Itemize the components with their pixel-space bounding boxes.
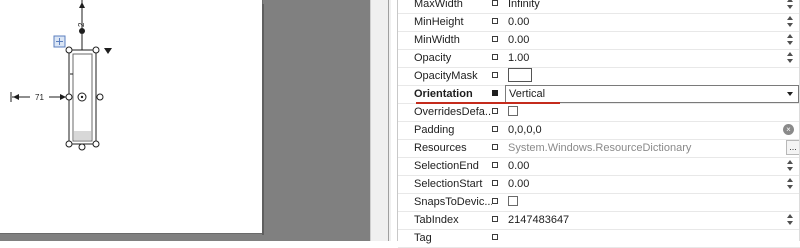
- property-value[interactable]: System.Windows.ResourceDictionary: [508, 139, 691, 157]
- spin-arrows-icon[interactable]: [786, 0, 794, 11]
- property-name: TabIndex: [414, 214, 459, 226]
- property-marker-icon[interactable]: [492, 90, 498, 96]
- property-row[interactable]: MaxWidth Infinity: [398, 0, 800, 14]
- resize-handle-tl[interactable]: [65, 46, 73, 54]
- anchor-dot[interactable]: [79, 28, 85, 34]
- property-checkbox[interactable]: [508, 106, 518, 116]
- property-name: Orientation: [414, 88, 473, 100]
- property-marker-icon[interactable]: [492, 198, 498, 204]
- property-row[interactable]: Resources System.Windows.ResourceDictiona…: [398, 139, 800, 158]
- spin-arrows-icon[interactable]: [786, 213, 794, 227]
- left-arrow-head: [13, 94, 19, 100]
- property-name: Opacity: [414, 52, 452, 64]
- property-row[interactable]: MinHeight 0.00: [398, 13, 800, 32]
- spin-arrows-icon[interactable]: [786, 159, 794, 173]
- ellipsis-button[interactable]: ...: [786, 140, 800, 155]
- property-name: SelectionEnd: [414, 160, 479, 172]
- property-value[interactable]: 1.00: [508, 49, 529, 67]
- resize-handle-br[interactable]: [92, 140, 100, 148]
- property-name: MinHeight: [414, 16, 464, 28]
- property-marker-icon[interactable]: [492, 36, 498, 42]
- center-handle-dot: [80, 95, 84, 99]
- property-value[interactable]: 0,0,0,0: [508, 121, 542, 139]
- property-marker-icon[interactable]: [492, 180, 498, 186]
- resize-handle-left[interactable]: [65, 93, 73, 101]
- property-marker-icon[interactable]: [492, 18, 498, 24]
- property-row[interactable]: TabIndex 2147483647: [398, 211, 800, 230]
- property-name: OpacityMask: [414, 70, 478, 82]
- left-spacing-label: 71: [35, 93, 44, 102]
- orientation-dropdown[interactable]: Vertical: [505, 85, 799, 103]
- property-value[interactable]: 2147483647: [508, 211, 569, 229]
- property-value[interactable]: 0.00: [508, 175, 529, 193]
- spin-arrows-icon[interactable]: [786, 51, 794, 65]
- property-row[interactable]: SelectionStart 0.00: [398, 175, 800, 194]
- resize-handle-tr[interactable]: [92, 46, 100, 54]
- property-name: SelectionStart: [414, 178, 483, 190]
- splitter-line: [388, 0, 389, 241]
- chevron-down-icon[interactable]: [787, 92, 793, 96]
- resize-handle-bl[interactable]: [65, 140, 73, 148]
- property-name: MaxWidth: [414, 0, 463, 10]
- property-name: OverridesDefa...: [414, 106, 492, 118]
- property-row[interactable]: Opacity 1.00: [398, 49, 800, 68]
- property-name: MinWidth: [414, 34, 460, 46]
- top-arrow-head: [79, 2, 85, 8]
- property-marker-icon[interactable]: [492, 0, 498, 6]
- property-row[interactable]: Orientation Vertical: [398, 85, 800, 104]
- property-marker-icon[interactable]: [492, 216, 498, 222]
- property-marker-icon[interactable]: [492, 54, 498, 60]
- resize-handle-right[interactable]: [96, 93, 104, 101]
- slider-fill: [74, 131, 91, 140]
- property-row[interactable]: SelectionEnd 0.00: [398, 157, 800, 176]
- right-arrow-head: [60, 94, 66, 100]
- property-row[interactable]: Tag: [398, 229, 800, 248]
- property-name: Tag: [414, 232, 432, 244]
- top-spacing-label: 2: [77, 22, 86, 27]
- slider-adorner-overlay[interactable]: 2 71: [0, 0, 262, 233]
- artboard-shadow: [262, 4, 264, 235]
- property-marker-icon[interactable]: [492, 72, 498, 78]
- property-row[interactable]: OverridesDefa...: [398, 103, 800, 122]
- dropdown-selected-value: Vertical: [509, 88, 546, 100]
- property-row[interactable]: OpacityMask: [398, 67, 800, 86]
- property-marker-icon[interactable]: [492, 234, 498, 240]
- property-grid[interactable]: MaxWidth Infinity MinHeight 0.00 MinWidth 0.0…: [398, 0, 800, 248]
- property-marker-icon[interactable]: [492, 144, 498, 150]
- property-row[interactable]: SnapsToDevic...: [398, 193, 800, 212]
- resize-handle-bottom[interactable]: [78, 143, 86, 151]
- property-name: SnapsToDevic...: [414, 196, 492, 208]
- property-row[interactable]: MinWidth 0.00: [398, 31, 800, 50]
- designer-surface[interactable]: 2 71: [0, 0, 370, 241]
- property-name: Padding: [414, 124, 455, 136]
- context-menu-arrow-icon[interactable]: [104, 48, 112, 54]
- property-row[interactable]: Padding 0,0,0,0 ×: [398, 121, 800, 140]
- property-value[interactable]: 0.00: [508, 31, 529, 49]
- property-value[interactable]: 0.00: [508, 13, 529, 31]
- property-marker-icon[interactable]: [492, 108, 498, 114]
- spin-arrows-icon[interactable]: [786, 33, 794, 47]
- brush-swatch[interactable]: [508, 68, 532, 82]
- property-name: Resources: [414, 142, 467, 154]
- property-value[interactable]: 0.00: [508, 157, 529, 175]
- spin-arrows-icon[interactable]: [786, 177, 794, 191]
- property-marker-icon[interactable]: [492, 162, 498, 168]
- artboard[interactable]: 2 71: [0, 0, 263, 234]
- property-marker-icon[interactable]: [492, 126, 498, 132]
- clear-value-icon[interactable]: ×: [783, 124, 794, 135]
- property-value[interactable]: Infinity: [508, 0, 540, 13]
- property-checkbox[interactable]: [508, 196, 518, 206]
- spin-arrows-icon[interactable]: [786, 15, 794, 29]
